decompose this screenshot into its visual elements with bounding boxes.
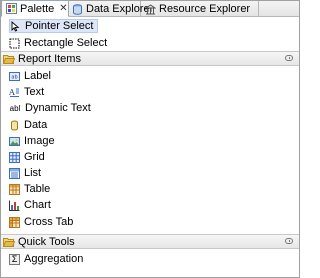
text-icon: A [9,87,20,98]
report-item-dynamic-text[interactable]: abl Dynamic Text [9,101,95,115]
report-item-list-label: List [24,167,42,179]
pin-icon[interactable] [285,238,293,244]
report-item-grid[interactable]: Grid [9,150,49,164]
label-icon: ab [9,71,20,82]
aggregation-icon: Σ [9,253,20,265]
tab-palette-label: Palette [20,2,55,15]
report-item-image[interactable]: Image [9,134,59,148]
cross-tab-icon [9,216,20,228]
pin-icon[interactable] [285,55,293,61]
tab-resource-explorer[interactable]: Resource Explorer [141,1,259,17]
report-item-image-label: Image [24,135,55,147]
svg-text:ab: ab [11,74,17,80]
report-item-list[interactable]: List [9,166,45,180]
marquee-icon [9,38,20,49]
svg-text:A: A [9,88,15,97]
drawer-report-items[interactable]: Report Items [1,51,299,66]
report-item-dynamic-text-label: Dynamic Text [25,102,91,114]
dynamic-text-icon: abl [9,103,21,114]
report-item-data[interactable]: Data [9,118,51,132]
view-tab-bar: Palette ✕ Data Explorer Resource Explore… [1,0,299,17]
report-item-table[interactable]: Table [9,182,54,196]
report-item-cross-tab[interactable]: Cross Tab [9,215,77,229]
palette-icon [5,3,17,15]
palette-content: Pointer Select Rectangle Select Report I… [1,18,299,277]
data-icon [9,120,20,131]
folder-open-icon [3,54,15,64]
drawer-quick-tools-title: Quick Tools [18,235,75,248]
tab-data-explorer[interactable]: Data Explorer [69,1,153,17]
report-item-text[interactable]: A Text [9,85,48,99]
close-icon[interactable]: ✕ [59,3,67,14]
report-item-chart-label: Chart [24,199,51,211]
tool-pointer-select[interactable]: Pointer Select [9,19,99,33]
report-item-table-label: Table [24,183,51,195]
quick-tool-aggregation[interactable]: Σ Aggregation [9,252,87,266]
report-item-cross-tab-label: Cross Tab [24,216,74,228]
list-icon [9,167,20,179]
table-icon [9,183,20,195]
drawer-quick-tools[interactable]: Quick Tools [1,234,299,249]
pointer-icon [10,20,21,32]
report-item-data-label: Data [24,119,48,131]
tab-resource-explorer-label: Resource Explorer [159,3,251,15]
report-item-label-text: Label [24,70,51,82]
image-icon [9,136,20,147]
tool-rectangle-select[interactable]: Rectangle Select [9,36,111,50]
chart-icon [9,200,20,211]
report-item-label[interactable]: ab Label [9,69,55,83]
aggregation-glyph: Σ [11,253,18,264]
tool-rectangle-select-label: Rectangle Select [24,37,108,49]
report-item-chart[interactable]: Chart [9,198,55,212]
tab-palette[interactable]: Palette ✕ [1,0,69,17]
tool-pointer-select-label: Pointer Select [25,20,94,32]
data-explorer-icon [72,3,83,15]
resource-explorer-icon [144,3,156,15]
dynamic-text-glyph: abl [9,103,21,113]
report-item-text-label: Text [24,86,45,98]
report-item-grid-label: Grid [24,151,45,163]
palette-view: Palette ✕ Data Explorer Resource Explore… [0,0,300,278]
drawer-report-items-title: Report Items [18,52,81,65]
grid-icon [9,151,20,163]
quick-tool-aggregation-label: Aggregation [24,253,84,265]
folder-open-icon [3,237,15,247]
